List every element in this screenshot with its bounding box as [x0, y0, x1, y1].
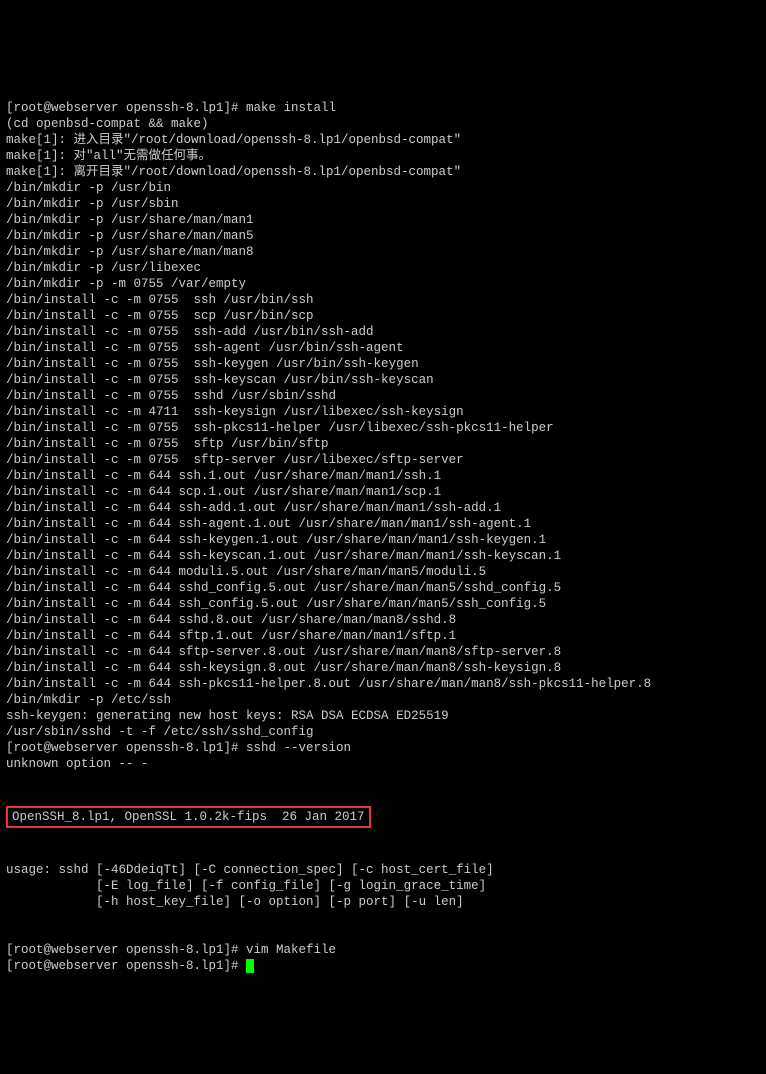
terminal-line: /bin/install -c -m 0755 scp /usr/bin/scp	[6, 308, 760, 324]
terminal-line: [-h host_key_file] [-o option] [-p port]…	[6, 894, 760, 910]
terminal-line: /bin/install -c -m 644 ssh-add.1.out /us…	[6, 500, 760, 516]
terminal-line: /bin/install -c -m 644 sshd_config.5.out…	[6, 580, 760, 596]
terminal-line: [root@webserver openssh-8.lp1]# make ins…	[6, 100, 760, 116]
terminal-line: /bin/install -c -m 0755 ssh /usr/bin/ssh	[6, 292, 760, 308]
terminal-line: /usr/sbin/sshd -t -f /etc/ssh/sshd_confi…	[6, 724, 760, 740]
terminal-line: /bin/mkdir -p -m 0755 /var/empty	[6, 276, 760, 292]
terminal-final: [root@webserver openssh-8.lp1]# vim Make…	[6, 942, 760, 974]
terminal-usage: usage: sshd [-46DdeiqTt] [-C connection_…	[6, 862, 760, 910]
terminal-line: /bin/install -c -m 4711 ssh-keysign /usr…	[6, 404, 760, 420]
terminal-line: make[1]: 进入目录"/root/download/openssh-8.l…	[6, 132, 760, 148]
terminal-line: [-E log_file] [-f config_file] [-g login…	[6, 878, 760, 894]
terminal-line: /bin/mkdir -p /usr/sbin	[6, 196, 760, 212]
terminal-line: /bin/install -c -m 644 ssh_config.5.out …	[6, 596, 760, 612]
terminal-line: usage: sshd [-46DdeiqTt] [-C connection_…	[6, 862, 760, 878]
terminal-line: make[1]: 离开目录"/root/download/openssh-8.l…	[6, 164, 760, 180]
terminal-line: /bin/mkdir -p /usr/libexec	[6, 260, 760, 276]
terminal-line: /bin/install -c -m 644 ssh-keysign.8.out…	[6, 660, 760, 676]
terminal-line: /bin/install -c -m 644 ssh.1.out /usr/sh…	[6, 468, 760, 484]
terminal-line: (cd openbsd-compat && make)	[6, 116, 760, 132]
terminal-line: /bin/install -c -m 644 ssh-pkcs11-helper…	[6, 676, 760, 692]
cursor	[246, 959, 254, 973]
terminal-line: /bin/install -c -m 644 ssh-keygen.1.out …	[6, 532, 760, 548]
terminal-line: /bin/install -c -m 644 moduli.5.out /usr…	[6, 564, 760, 580]
terminal-line: /bin/mkdir -p /usr/share/man/man5	[6, 228, 760, 244]
terminal-line: /bin/install -c -m 0755 ssh-agent /usr/b…	[6, 340, 760, 356]
terminal-line: /bin/install -c -m 644 sftp.1.out /usr/s…	[6, 628, 760, 644]
terminal-prompt-line: [root@webserver openssh-8.lp1]# vim Make…	[6, 942, 760, 958]
terminal-line: /bin/install -c -m 0755 sftp /usr/bin/sf…	[6, 436, 760, 452]
terminal-line: [root@webserver openssh-8.lp1]# sshd --v…	[6, 740, 760, 756]
terminal-line: unknown option -- -	[6, 756, 760, 772]
terminal-line: /bin/install -c -m 644 ssh-keyscan.1.out…	[6, 548, 760, 564]
terminal-line: /bin/install -c -m 0755 sshd /usr/sbin/s…	[6, 388, 760, 404]
terminal-line: /bin/install -c -m 0755 ssh-keygen /usr/…	[6, 356, 760, 372]
terminal-line: make[1]: 对"all"无需做任何事。	[6, 148, 760, 164]
terminal-line: /bin/install -c -m 644 ssh-agent.1.out /…	[6, 516, 760, 532]
terminal-line: /bin/install -c -m 644 sftp-server.8.out…	[6, 644, 760, 660]
terminal-line: /bin/install -c -m 644 scp.1.out /usr/sh…	[6, 484, 760, 500]
terminal-line: /bin/mkdir -p /etc/ssh	[6, 692, 760, 708]
terminal-line: /bin/install -c -m 0755 ssh-add /usr/bin…	[6, 324, 760, 340]
terminal-line: /bin/mkdir -p /usr/share/man/man8	[6, 244, 760, 260]
terminal-line: ssh-keygen: generating new host keys: RS…	[6, 708, 760, 724]
terminal-line: /bin/install -c -m 644 sshd.8.out /usr/s…	[6, 612, 760, 628]
terminal-output: [root@webserver openssh-8.lp1]# make ins…	[6, 100, 760, 772]
terminal-line: /bin/mkdir -p /usr/bin	[6, 180, 760, 196]
terminal-line: /bin/install -c -m 0755 ssh-keyscan /usr…	[6, 372, 760, 388]
version-highlight: OpenSSH_8.lp1, OpenSSL 1.0.2k-fips 26 Ja…	[6, 806, 371, 828]
terminal-line: /bin/install -c -m 0755 sftp-server /usr…	[6, 452, 760, 468]
terminal-line: /bin/install -c -m 0755 ssh-pkcs11-helpe…	[6, 420, 760, 436]
terminal-window[interactable]: [root@webserver openssh-8.lp1]# make ins…	[6, 68, 760, 990]
terminal-prompt-line[interactable]: [root@webserver openssh-8.lp1]#	[6, 958, 760, 974]
terminal-line: /bin/mkdir -p /usr/share/man/man1	[6, 212, 760, 228]
